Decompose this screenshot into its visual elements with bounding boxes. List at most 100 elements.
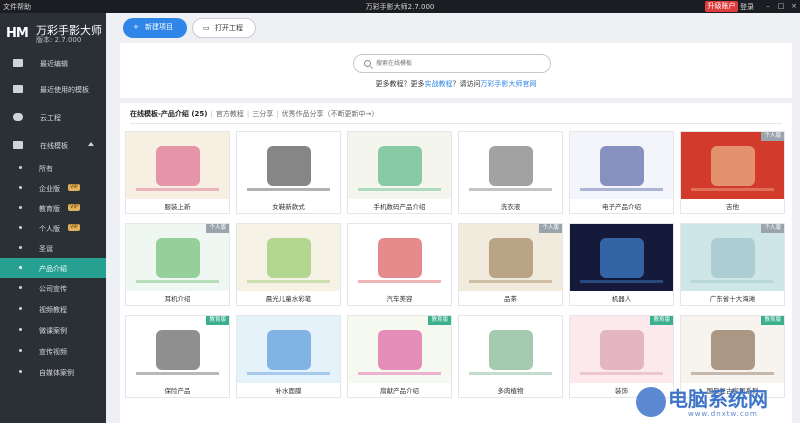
template-thumbnail	[681, 316, 784, 383]
bullet-icon	[19, 246, 22, 249]
template-caption: 扇献产品介绍	[380, 387, 419, 395]
thumbnail-ground	[469, 280, 552, 283]
thumbnail-ground	[247, 188, 330, 191]
template-card[interactable]: 服装上新	[125, 131, 230, 214]
tab-share[interactable]: 三分享	[252, 109, 273, 119]
bullet-icon	[19, 166, 22, 169]
thumbnail-illustration	[267, 146, 311, 186]
bullet-icon	[19, 186, 22, 189]
sidebar-subitem-video-tutorial[interactable]: 视频教程	[0, 299, 106, 319]
thumbnail-illustration	[156, 146, 200, 186]
sidebar-subitem-label: 公司宣传	[39, 285, 67, 293]
template-caption: 耳机介绍	[164, 295, 191, 303]
template-card[interactable]: 女鞋新款式	[236, 131, 341, 214]
window-title: 万彩手影大师2.7.000	[365, 3, 435, 11]
sidebar-subitem-microlesson[interactable]: 微课案例	[0, 320, 106, 340]
template-card[interactable]: 个人版 广东省十大海滩	[680, 223, 785, 306]
thumbnail-ground	[691, 188, 774, 191]
toolbar: + 新建项目 ▭ 打开工程	[106, 13, 800, 43]
thumbnail-ground	[580, 188, 663, 191]
sidebar-subitem-self-media[interactable]: 自媒体案例	[0, 362, 106, 382]
sidebar-item-cloud[interactable]: 云工程	[0, 105, 106, 130]
tab-divider-line	[130, 123, 782, 124]
thumbnail-ground	[136, 188, 219, 191]
template-card[interactable]: 个人版 品茶	[458, 223, 563, 306]
tutorial-link[interactable]: 实战教程	[425, 80, 453, 88]
template-card[interactable]: 教育版 扇献产品介绍	[347, 315, 452, 398]
thumbnail-illustration	[489, 330, 533, 370]
sidebar-item-recent-edit[interactable]: 最近编辑	[0, 51, 106, 76]
thumbnail-ground	[247, 372, 330, 375]
tab-official-tutorial[interactable]: 官方教程	[216, 109, 244, 119]
template-card[interactable]: 补水面膜	[236, 315, 341, 398]
sidebar-item-label: 在线模板	[40, 142, 68, 150]
sidebar-item-online-templates[interactable]: 在线模板	[0, 133, 106, 158]
thumbnail-illustration	[378, 238, 422, 278]
sidebar-subitem-enterprise[interactable]: 企业版 VIP	[0, 178, 106, 198]
sidebar-subitem-promo-video[interactable]: 宣传视频	[0, 341, 106, 361]
template-card[interactable]: 手机数码产品介绍	[347, 131, 452, 214]
template-thumbnail	[348, 316, 451, 383]
edition-badge: 教育版	[206, 316, 229, 325]
template-card[interactable]: 机器人	[569, 223, 674, 306]
online-template-icon	[13, 141, 23, 149]
open-project-button[interactable]: ▭ 打开工程	[192, 18, 256, 38]
tab-excellent-works[interactable]: 优秀作品分享（不断更新中→）	[282, 109, 379, 119]
tab-product-intro[interactable]: 在线模板-产品介绍 (25)	[130, 109, 207, 119]
sidebar-item-recent-templates[interactable]: 最近使用的模板	[0, 77, 106, 102]
search-input[interactable]	[376, 58, 536, 69]
sidebar-subitem-personal[interactable]: 个人版 VIP	[0, 218, 106, 238]
minimize-icon[interactable]: –	[763, 1, 773, 11]
thumbnail-illustration	[156, 330, 200, 370]
sidebar-subitem-label: 产品介绍	[39, 265, 67, 273]
login-button[interactable]: 登录	[740, 2, 754, 12]
maximize-icon[interactable]: □	[776, 1, 786, 11]
template-thumbnail	[237, 316, 340, 383]
title-bar: 文件 帮助 万彩手影大师2.7.000 升级账户 登录 – □ ×	[0, 0, 800, 13]
template-caption: 机器人	[611, 295, 632, 303]
template-caption: 女鞋新款式	[272, 203, 305, 211]
thumbnail-illustration	[711, 238, 755, 278]
official-site-link[interactable]: 万彩手影大师官网	[481, 80, 537, 88]
template-card[interactable]: 个人版 吉他	[680, 131, 785, 214]
new-project-label: 新建项目	[145, 23, 173, 31]
template-caption: 广东省十大海滩	[709, 295, 756, 303]
template-card[interactable]: 个人版耳机介绍	[125, 223, 230, 306]
template-thumbnail	[570, 132, 673, 199]
app-logo: HM 万彩手影大师 版本: 2.7.000	[0, 13, 106, 51]
template-card[interactable]: 晨光儿童水彩笔	[236, 223, 341, 306]
sidebar-subitem-label: 宣传视频	[39, 348, 67, 356]
edition-badge: 个人版	[206, 224, 229, 233]
sidebar-subitem-product-intro[interactable]: 产品介绍	[0, 258, 106, 278]
sidebar-subitem-label: 自媒体案例	[39, 369, 74, 377]
bullet-icon	[19, 226, 22, 229]
sidebar-subitem-all[interactable]: 所有	[0, 158, 106, 178]
sidebar-subitem-company-promo[interactable]: 公司宣传	[0, 278, 106, 298]
template-thumbnail	[459, 132, 562, 199]
template-thumbnail	[459, 316, 562, 383]
edition-badge: 教育版	[761, 316, 784, 325]
template-card[interactable]: 电子产品介绍	[569, 131, 674, 214]
template-thumbnail	[681, 224, 784, 291]
thumbnail-ground	[358, 280, 441, 283]
template-caption: 服装上新	[164, 203, 191, 211]
template-card[interactable]: 汽车美容	[347, 223, 452, 306]
sidebar-subitem-education[interactable]: 教育版 VIP	[0, 198, 106, 218]
template-card[interactable]: 洗衣液	[458, 131, 563, 214]
search-panel: 更多教程？更多实战教程？请访问万彩手影大师官网	[120, 43, 792, 98]
template-card[interactable]: 多肉植物	[458, 315, 563, 398]
cloud-icon	[13, 113, 23, 121]
sidebar-subitem-christmas[interactable]: 圣诞	[0, 238, 106, 258]
upgrade-button[interactable]: 升级账户	[705, 1, 738, 12]
thumbnail-ground	[358, 188, 441, 191]
folder-icon: ▭	[203, 24, 210, 32]
sidebar-subitem-label: 教育版	[39, 205, 60, 213]
new-project-button[interactable]: + 新建项目	[123, 18, 187, 38]
template-card[interactable]: 教育版 保险产品	[125, 315, 230, 398]
search-box[interactable]	[353, 54, 551, 73]
close-icon[interactable]: ×	[789, 1, 799, 11]
edition-badge: 个人版	[539, 224, 562, 233]
vip-badge: VIP	[68, 224, 80, 231]
thumbnail-ground	[691, 372, 774, 375]
thumbnail-illustration	[711, 330, 755, 370]
